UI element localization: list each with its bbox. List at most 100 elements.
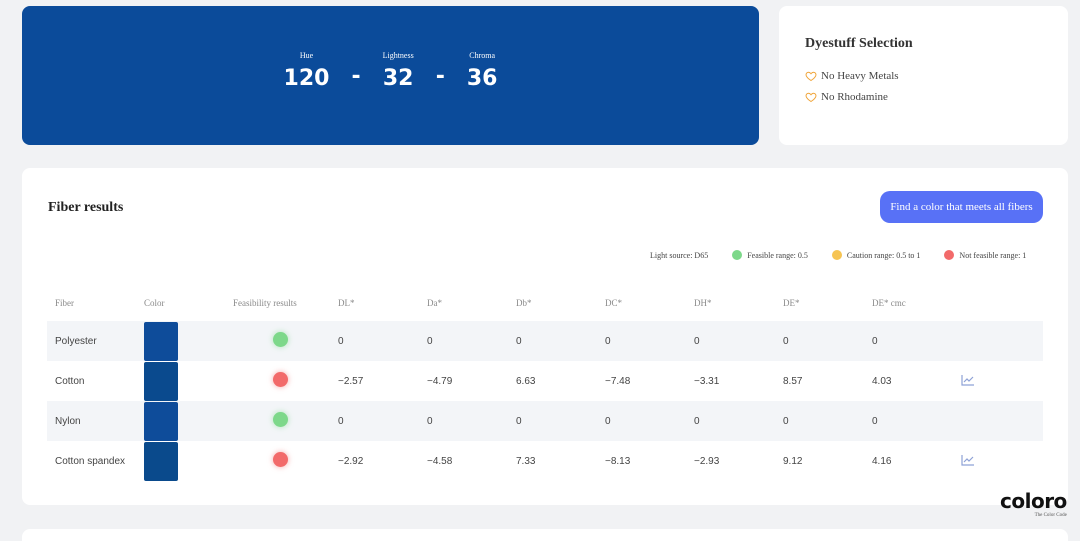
- da-value: −4.79: [427, 375, 453, 387]
- column-header: Feasibility results: [233, 298, 297, 308]
- dc-value: −7.48: [605, 375, 631, 387]
- find-color-button[interactable]: Find a color that meets all fibers: [880, 191, 1043, 223]
- chart-cell: [953, 401, 1043, 441]
- heart-icon: [805, 71, 817, 82]
- chart-cell: [953, 361, 1043, 401]
- dl-value: −2.92: [338, 455, 364, 467]
- column-header: DH*: [694, 298, 712, 308]
- lightness-value: 32: [382, 65, 414, 91]
- column-header: Color: [144, 298, 165, 308]
- separator: -: [435, 63, 445, 89]
- db-value: 0: [516, 415, 522, 427]
- color-cell: [136, 321, 225, 361]
- chroma-label: Chroma: [469, 50, 496, 60]
- db-value: 7.33: [516, 455, 536, 467]
- column-header: Da*: [427, 298, 442, 308]
- chroma-block: Chroma 36: [467, 51, 498, 91]
- lch-readout: Hue 120 - Lightness 32 - Chroma 36: [284, 51, 498, 91]
- hue-value: 120: [283, 65, 330, 91]
- dc-value: 0: [605, 415, 611, 427]
- fiber-name: Cotton spandex: [55, 455, 126, 467]
- hue-block: Hue 120: [284, 51, 330, 91]
- color-swatch: [144, 361, 178, 401]
- chart-cell: [953, 441, 1043, 481]
- dc-value: −8.13: [605, 455, 631, 467]
- legend-label: Feasible range: 0.5: [747, 250, 808, 260]
- red-status-dot-icon: [273, 452, 288, 467]
- color-swatch: [144, 401, 178, 441]
- chroma-value: 36: [466, 65, 498, 91]
- color-swatch: [144, 441, 178, 481]
- separator: -: [351, 63, 361, 89]
- green-status-dot-icon: [273, 332, 288, 347]
- dyestuff-item-label: No Heavy Metals: [821, 70, 899, 82]
- dh-value: 0: [694, 335, 700, 347]
- legend-not-feasible: Not feasible range: 1: [944, 250, 1026, 260]
- legend: Light source: D65 Feasible range: 0.5 Ca…: [650, 250, 1026, 260]
- da-value: −4.58: [427, 455, 453, 467]
- dh-value: −2.93: [694, 455, 720, 467]
- legend-caution: Caution range: 0.5 to 1: [831, 250, 921, 260]
- column-header-empty: [953, 285, 1043, 321]
- dyestuff-item[interactable]: No Heavy Metals: [805, 70, 1042, 82]
- bottom-card: [22, 529, 1068, 541]
- decmc-value: 4.03: [872, 375, 892, 387]
- dh-value: −3.31: [694, 375, 720, 387]
- fiber-name: Polyester: [55, 335, 97, 347]
- table-row: Polyester 0 0 0 0 0 0 0: [47, 321, 1043, 361]
- de-value: 8.57: [783, 375, 803, 387]
- column-header: DE*: [783, 298, 800, 308]
- dl-value: 0: [338, 335, 344, 347]
- fiber-results-card: Fiber results Find a color that meets al…: [22, 168, 1068, 505]
- light-source: Light source: D65: [650, 251, 708, 260]
- de-value: 9.12: [783, 455, 803, 467]
- table-row: Cotton spandex −2.92 −4.58 7.33 −8.13 −2.93 9.…: [47, 441, 1043, 481]
- heart-icon: [805, 92, 817, 103]
- dl-value: −2.57: [338, 375, 364, 387]
- de-value: 0: [783, 335, 789, 347]
- chart-cell: [953, 321, 1043, 361]
- column-header: DL*: [338, 298, 355, 308]
- dyestuff-item-label: No Rhodamine: [821, 91, 888, 103]
- color-header-card: Hue 120 - Lightness 32 - Chroma 36: [22, 6, 759, 145]
- dh-value: 0: [694, 415, 700, 427]
- column-header: DE* cmc: [872, 298, 906, 308]
- chart-icon[interactable]: [961, 454, 975, 469]
- green-status-dot-icon: [273, 412, 288, 427]
- decmc-value: 4.16: [872, 455, 892, 467]
- legend-feasible: Feasible range: 0.5: [732, 250, 808, 260]
- dc-value: 0: [605, 335, 611, 347]
- yellow-dot-icon: [831, 250, 842, 260]
- color-cell: [136, 361, 225, 401]
- dyestuff-title: Dyestuff Selection: [805, 36, 913, 51]
- dyestuff-item[interactable]: No Rhodamine: [805, 91, 1042, 103]
- green-dot-icon: [732, 250, 743, 260]
- hue-label: Hue: [299, 50, 314, 60]
- de-value: 0: [783, 415, 789, 427]
- column-header: Db*: [516, 298, 532, 308]
- chart-icon[interactable]: [961, 374, 975, 389]
- fiber-name: Cotton: [55, 375, 85, 387]
- legend-label: Not feasible range: 1: [959, 250, 1027, 260]
- feasibility-cell: [225, 321, 330, 361]
- color-cell: [136, 441, 225, 481]
- coloro-logo: coloro The Color Code: [1000, 491, 1067, 518]
- color-cell: [136, 401, 225, 441]
- db-value: 6.63: [516, 375, 536, 387]
- table-header-row: Fiber Color Feasibility results DL* Da* …: [47, 285, 1043, 321]
- column-header: Fiber: [55, 298, 74, 308]
- dyestuff-card: Dyestuff Selection No Heavy Metals No Rh…: [779, 6, 1068, 145]
- db-value: 0: [516, 335, 522, 347]
- fiber-results-title: Fiber results: [48, 200, 124, 215]
- table-row: Cotton −2.57 −4.79 6.63 −7.48 −3.31 8.57 4.03: [47, 361, 1043, 401]
- red-dot-icon: [944, 250, 955, 260]
- legend-label: Caution range: 0.5 to 1: [846, 250, 921, 260]
- logo-text: coloro: [1000, 489, 1067, 513]
- fiber-name: Nylon: [55, 415, 81, 427]
- da-value: 0: [427, 415, 433, 427]
- feasibility-cell: [225, 361, 330, 401]
- column-header: DC*: [605, 298, 623, 308]
- lightness-block: Lightness 32: [383, 51, 414, 91]
- red-status-dot-icon: [273, 372, 288, 387]
- dl-value: 0: [338, 415, 344, 427]
